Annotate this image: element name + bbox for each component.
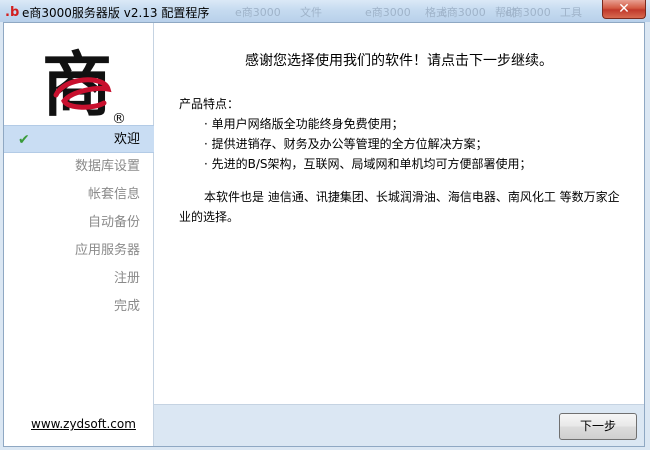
brand-logo: 商 ®	[42, 43, 126, 127]
config-window: .b e商3000服务器版 v2.13 配置程序 e商3000 文件 e商300…	[0, 0, 650, 450]
client-area: 商 ® ✔ 欢迎 数据库设置 帐套信息 自动备份 应用服务器 注册 完成 www…	[3, 22, 645, 447]
ghost-title: e商3000	[505, 6, 551, 19]
step-item-welcome: ✔ 欢迎	[4, 125, 154, 153]
welcome-headline: 感谢您选择使用我们的软件！请点击下一步继续。	[245, 53, 553, 69]
step-label: 自动备份	[87, 215, 140, 230]
step-list: ✔ 欢迎 数据库设置 帐套信息 自动备份 应用服务器 注册 完成	[4, 125, 154, 321]
step-label: 完成	[113, 299, 140, 314]
ghost-title: e商3000	[440, 6, 486, 19]
step-item-database: 数据库设置	[4, 153, 154, 181]
close-icon: ✕	[618, 1, 630, 17]
step-item-register: 注册	[4, 265, 154, 293]
next-button[interactable]: 下一步	[559, 413, 637, 440]
ghost-title: 文件	[300, 6, 322, 19]
svg-text:.b: .b	[5, 5, 19, 19]
feature-item: · 单用户网络版全功能终身免费使用；	[204, 117, 404, 131]
checkmark-icon: ✔	[18, 132, 30, 148]
customers-paragraph: 本软件也是 迪信通、讯捷集团、长城润滑油、海信电器、南风化工 等数万家企业的选择…	[179, 190, 620, 224]
website-link[interactable]: www.zydsoft.com	[31, 417, 136, 431]
step-item-app-server: 应用服务器	[4, 237, 154, 265]
close-button[interactable]: ✕	[602, 0, 646, 19]
window-title: e商3000服务器版 v2.13 配置程序	[22, 6, 210, 20]
feature-item: · 提供进销存、财务及办公等管理的全方位解决方案；	[204, 137, 488, 151]
ghost-title: e商3000	[235, 6, 281, 19]
features-title: 产品特点：	[179, 97, 240, 111]
main-panel: 感谢您选择使用我们的软件！请点击下一步继续。 产品特点： · 单用户网络版全功能…	[154, 23, 644, 404]
step-label: 数据库设置	[74, 159, 140, 174]
step-item-finish: 完成	[4, 293, 154, 321]
step-label: 应用服务器	[74, 243, 140, 258]
step-item-account: 帐套信息	[4, 181, 154, 209]
step-label: 注册	[113, 271, 140, 286]
sidebar: 商 ® ✔ 欢迎 数据库设置 帐套信息 自动备份 应用服务器 注册 完成 www…	[4, 23, 154, 446]
ghost-title: e商3000	[365, 6, 411, 19]
app-icon: .b	[5, 5, 19, 19]
footer-bar: 下一步	[154, 404, 644, 446]
ghost-title: 工具	[560, 6, 582, 19]
step-item-backup: 自动备份	[4, 209, 154, 237]
step-label: 帐套信息	[87, 187, 140, 202]
title-bar: .b e商3000服务器版 v2.13 配置程序 e商3000 文件 e商300…	[0, 0, 650, 22]
step-label: 欢迎	[113, 132, 140, 147]
feature-item: · 先进的B/S架构，互联网、局域网和单机均可方便部署使用；	[204, 157, 532, 171]
